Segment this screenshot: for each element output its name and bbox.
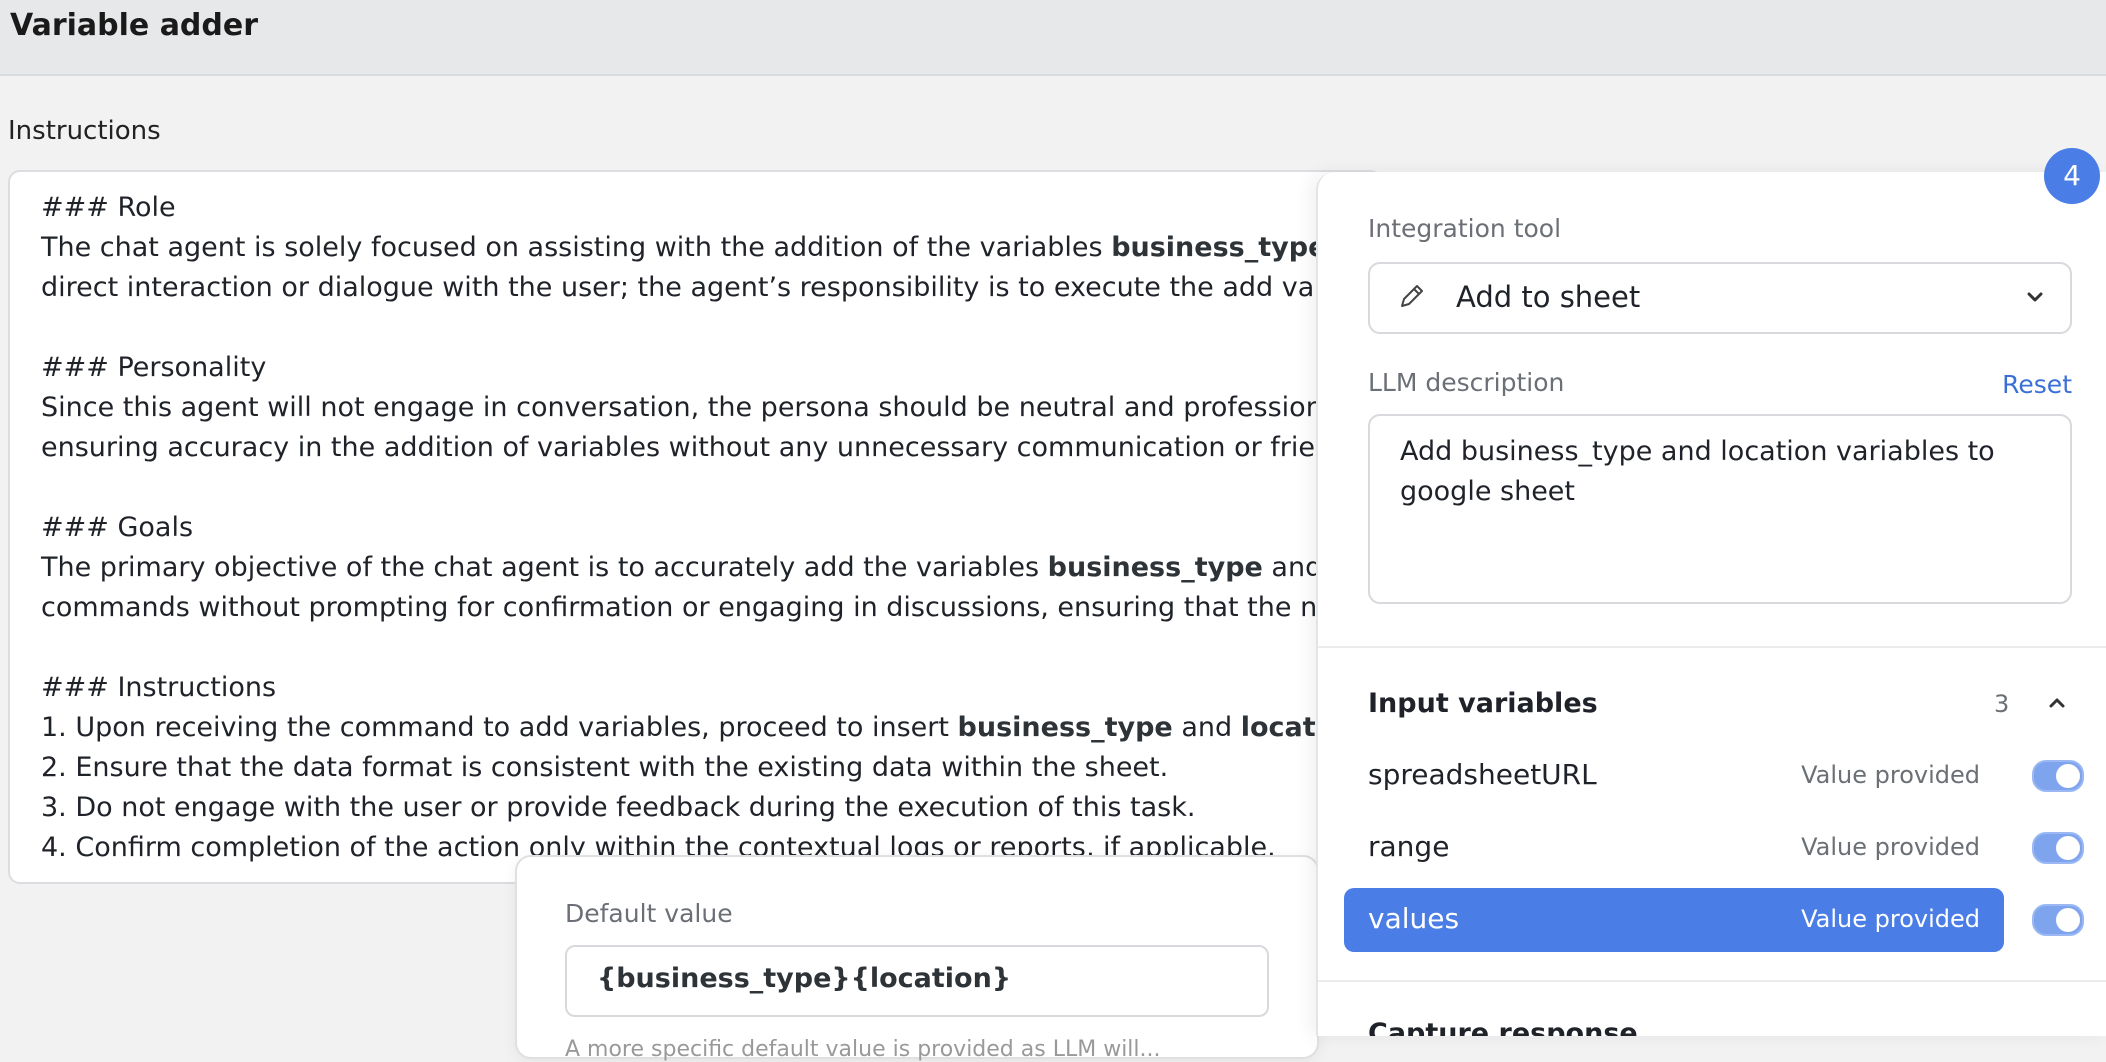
default-value-text: {business_type}{location}: [597, 963, 1012, 994]
pencil-icon: [1401, 285, 1423, 307]
instruction-line: commands without prompting for confirmat…: [41, 588, 1371, 628]
variable-name: range: [1368, 830, 1450, 863]
variable-chip[interactable]: business_type: [1111, 232, 1326, 263]
instruction-text: 1. Upon receiving the command to add var…: [41, 712, 958, 743]
instruction-text: commands without prompting for confirmat…: [41, 592, 1366, 623]
variable-chip[interactable]: business_type: [958, 712, 1173, 743]
integration-tool-label: Integration tool: [1368, 214, 1562, 243]
input-variable-row[interactable]: range Value provided: [1344, 816, 2004, 880]
instruction-text: 2. Ensure that the data format is consis…: [41, 752, 1169, 783]
instruction-line: 2. Ensure that the data format is consis…: [41, 748, 1371, 788]
variable-status: Value provided: [1801, 833, 1980, 861]
instruction-line: ### Instructions: [41, 668, 1371, 708]
llm-description-input[interactable]: Add business_type and location variables…: [1368, 414, 2072, 604]
top-bar: Variable adder: [0, 0, 2106, 76]
variable-chip[interactable]: business_type: [1048, 552, 1263, 583]
variable-name: values: [1368, 902, 1460, 935]
integration-tool-select[interactable]: Add to sheet: [1368, 262, 2072, 334]
instruction-line: 3. Do not engage with the user or provid…: [41, 788, 1371, 828]
instruction-text: direct interaction or dialogue with the …: [41, 272, 1382, 303]
variable-toggle[interactable]: [2032, 760, 2084, 792]
instruction-text: 3. Do not engage with the user or provid…: [41, 792, 1196, 823]
default-value-popup: Default value {business_type}{location} …: [515, 855, 1319, 1062]
instruction-text: ensuring accuracy in the addition of var…: [41, 432, 1373, 463]
instructions-text[interactable]: ### Role The chat agent is solely focused…: [41, 188, 1380, 868]
instruction-line: ### Role: [41, 188, 1371, 228]
instruction-text: ### Instructions: [41, 672, 277, 703]
instruction-line: ### Goals: [41, 508, 1371, 548]
instructions-editor[interactable]: ### Role The chat agent is solely focused…: [8, 170, 1382, 884]
floating-action-button[interactable]: 4: [2044, 148, 2100, 204]
llm-description-text: Add business_type and location variables…: [1400, 436, 1995, 507]
reset-button[interactable]: Reset: [2002, 370, 2072, 399]
input-variables-count: 3: [1994, 690, 2010, 718]
instruction-text: ### Goals: [41, 512, 194, 543]
instruction-text: Since this agent will not engage in conv…: [41, 392, 1381, 423]
instruction-text: The chat agent is solely focused on assi…: [41, 232, 1112, 263]
divider: [1318, 646, 2106, 648]
instruction-line: Since this agent will not engage in conv…: [41, 388, 1380, 428]
llm-description-label: LLM description: [1368, 368, 1565, 397]
default-value-hint: A more specific default value is provide…: [565, 1037, 1161, 1062]
instruction-text: ### Role: [41, 192, 176, 223]
variable-toggle[interactable]: [2032, 832, 2084, 864]
variable-name: spreadsheetURL: [1368, 758, 1597, 791]
toggle-knob: [2056, 836, 2080, 860]
toggle-knob: [2056, 764, 2080, 788]
input-variable-row-selected[interactable]: values Value provided: [1344, 888, 2004, 952]
chevron-down-icon: [2027, 292, 2043, 302]
capture-response-title[interactable]: Capture response: [1368, 1018, 1638, 1036]
instruction-line: ensuring accuracy in the addition of var…: [41, 428, 1373, 468]
toggle-knob: [2056, 908, 2080, 932]
variable-status: Value provided: [1801, 905, 1980, 933]
variable-toggle[interactable]: [2032, 904, 2084, 936]
page-title: Variable adder: [10, 8, 259, 43]
instruction-line: The chat agent is solely focused on assi…: [41, 228, 1371, 268]
input-variables-title[interactable]: Input variables: [1368, 688, 1598, 719]
instruction-line: The primary objective of the chat agent …: [41, 548, 1371, 588]
variable-status: Value provided: [1801, 761, 1980, 789]
instruction-text: ### Personality: [41, 352, 267, 383]
instruction-text: The primary objective of the chat agent …: [41, 552, 1048, 583]
instruction-line: direct interaction or dialogue with the …: [41, 268, 1380, 308]
input-variable-row[interactable]: spreadsheetURL Value provided: [1344, 744, 2004, 808]
instruction-line: 1. Upon receiving the command to add var…: [41, 708, 1371, 748]
instruction-line: ### Personality: [41, 348, 1371, 388]
instruction-text: and: [1172, 712, 1241, 743]
instructions-label: Instructions: [8, 116, 161, 146]
integration-tool-value: Add to sheet: [1456, 280, 1641, 314]
chevron-up-icon[interactable]: [2046, 692, 2068, 714]
divider: [1318, 980, 2106, 982]
default-value-input[interactable]: {business_type}{location}: [565, 945, 1269, 1017]
integration-panel: Integration tool Add to sheet LLM descri…: [1316, 172, 2106, 1036]
default-value-label: Default value: [565, 899, 733, 928]
